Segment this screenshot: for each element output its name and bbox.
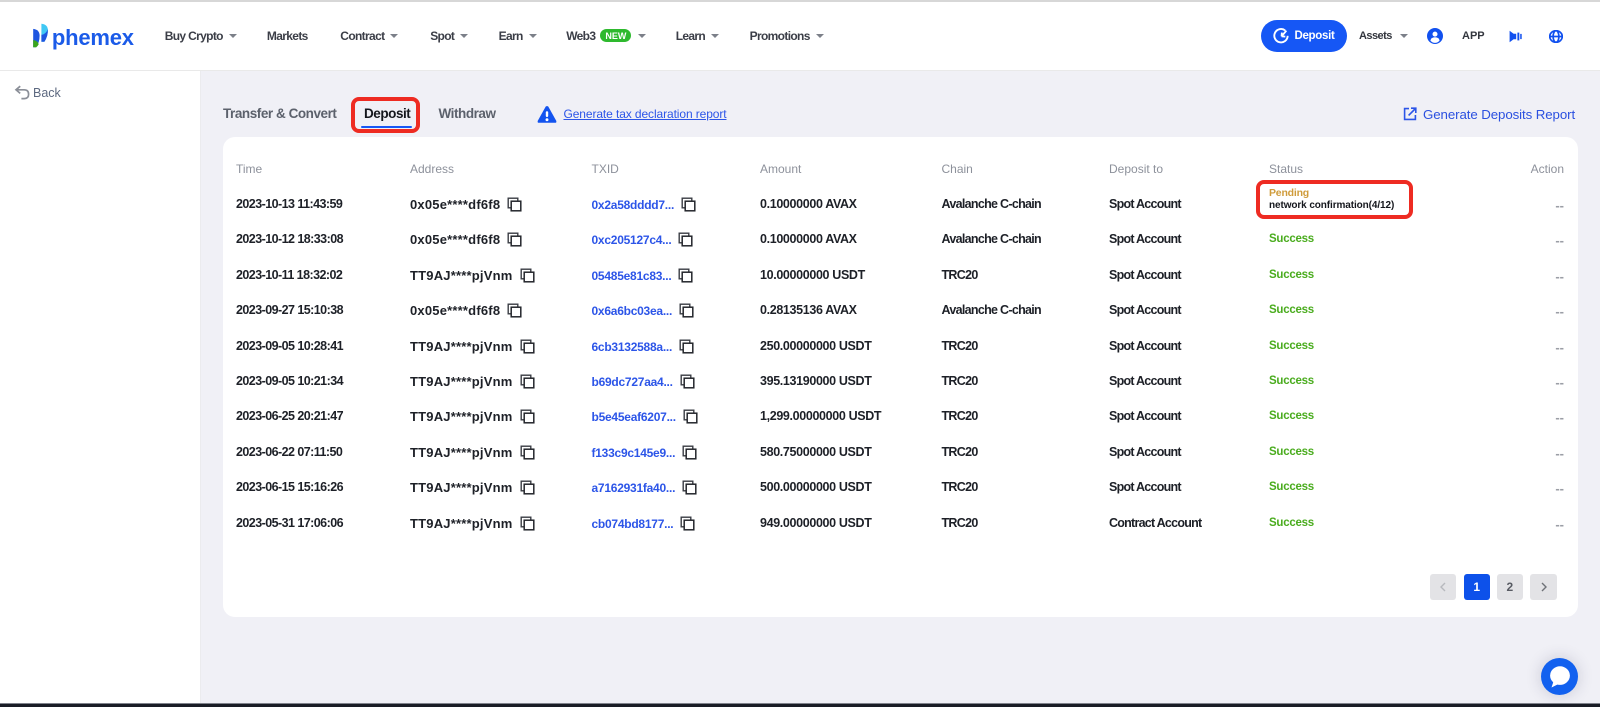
svg-text:phemex: phemex (52, 25, 135, 50)
